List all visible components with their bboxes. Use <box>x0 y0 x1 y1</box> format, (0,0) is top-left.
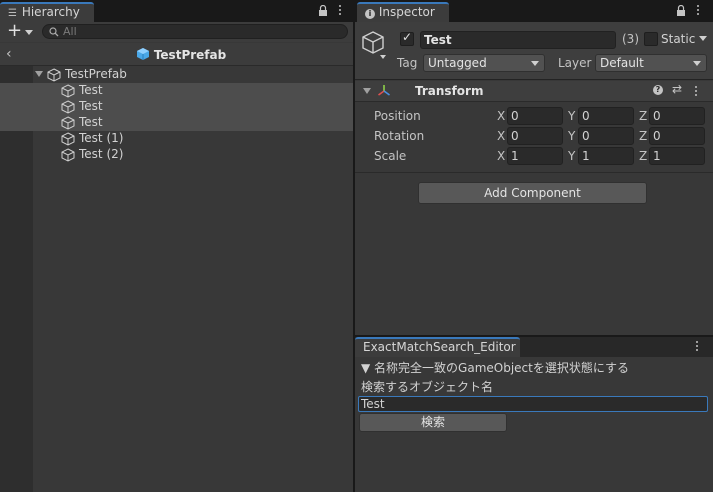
foldout-label[interactable]: ▼ 名称完全一致のGameObjectを選択状態にする <box>361 359 629 376</box>
hierarchy-root-row[interactable]: TestPrefab <box>0 67 353 83</box>
rotation-y-field[interactable]: 0 <box>578 127 634 145</box>
transform-menu-icon[interactable] <box>694 86 698 98</box>
foldout-arrow-icon[interactable] <box>363 88 371 94</box>
axis-x-label[interactable]: X <box>497 129 505 143</box>
lock-icon[interactable] <box>676 4 686 16</box>
component-divider <box>355 172 713 173</box>
axis-y-label[interactable]: Y <box>568 129 575 143</box>
lock-icon[interactable] <box>318 4 328 16</box>
info-icon: i <box>365 9 375 19</box>
axis-x-label[interactable]: X <box>497 109 505 123</box>
hierarchy-item[interactable]: Test <box>0 99 353 115</box>
rotation-z-field[interactable]: 0 <box>649 127 705 145</box>
hierarchy-item[interactable]: Test <box>0 83 353 99</box>
prefab-cube-icon <box>136 47 150 64</box>
preset-icon[interactable]: ⇄ <box>672 82 682 96</box>
hierarchy-item-label: Test (1) <box>79 131 124 145</box>
tab-inspector-label: Inspector <box>378 5 435 19</box>
add-component-button[interactable]: Add Component <box>418 182 647 204</box>
hierarchy-panel: ☰ Hierarchy + All ‹ TestPrefab TestPrefa… <box>0 0 353 492</box>
tab-hierarchy[interactable]: ☰ Hierarchy <box>0 2 94 22</box>
scale-y-field[interactable]: 1 <box>578 147 634 165</box>
breadcrumb: TestPrefab <box>136 47 226 64</box>
gameobject-large-icon[interactable] <box>361 30 387 63</box>
tab-hierarchy-label: Hierarchy <box>21 5 80 19</box>
chevron-down-icon <box>25 30 33 35</box>
plus-icon: + <box>7 20 23 41</box>
static-dropdown[interactable]: Static <box>661 32 708 46</box>
chevron-down-icon <box>531 61 539 66</box>
layer-value: Default <box>600 56 644 70</box>
static-checkbox[interactable] <box>644 32 658 46</box>
axis-y-label[interactable]: Y <box>568 149 575 163</box>
axis-x-label[interactable]: X <box>497 149 505 163</box>
object-name-field[interactable]: Test <box>420 31 616 49</box>
layer-label: Layer <box>558 56 592 70</box>
tag-dropdown[interactable]: Untagged <box>423 54 545 72</box>
tab-exact-match-search-label: ExactMatchSearch_Editor <box>363 340 516 354</box>
axis-z-label[interactable]: Z <box>639 129 647 143</box>
rotation-x-field[interactable]: 0 <box>507 127 563 145</box>
layer-dropdown[interactable]: Default <box>595 54 707 72</box>
tag-label: Tag <box>397 56 418 70</box>
rotation-label: Rotation <box>374 129 425 143</box>
editor-window-menu-icon[interactable] <box>695 341 699 353</box>
editor-window: ExactMatchSearch_Editor ▼ 名称完全一致のGameObj… <box>355 337 713 492</box>
scale-label: Scale <box>374 149 407 163</box>
hierarchy-item-label: Test (2) <box>79 147 124 161</box>
hierarchy-item-label: Test <box>79 83 103 97</box>
axis-z-label[interactable]: Z <box>639 149 647 163</box>
inspector-menu-icon[interactable] <box>696 5 700 17</box>
hierarchy-item[interactable]: Test <box>0 115 353 131</box>
hierarchy-item[interactable]: Test (2) <box>0 147 353 163</box>
search-name-label: 検索するオブジェクト名 <box>361 380 494 394</box>
hierarchy-search-field[interactable]: All <box>42 24 348 39</box>
gameobject-icon <box>61 148 75 165</box>
breadcrumb-title[interactable]: TestPrefab <box>154 48 226 62</box>
transform-icon <box>377 84 391 101</box>
search-button[interactable]: 検索 <box>359 413 507 432</box>
checkmark-icon: ✓ <box>402 30 413 44</box>
list-icon: ☰ <box>8 8 17 19</box>
scale-z-field[interactable]: 1 <box>649 147 705 165</box>
selection-count: (3) <box>622 32 639 46</box>
help-icon[interactable]: ? <box>653 85 663 95</box>
search-icon <box>49 26 59 40</box>
tab-exact-match-search[interactable]: ExactMatchSearch_Editor <box>355 337 520 357</box>
transform-title: Transform <box>415 84 484 98</box>
search-name-input[interactable]: Test <box>358 396 708 412</box>
inspector-panel: i Inspector ✓ Test (3) Static Tag Untagg… <box>355 0 713 335</box>
axis-z-label[interactable]: Z <box>639 109 647 123</box>
chevron-down-icon <box>693 61 701 66</box>
hierarchy-item[interactable]: Test (1) <box>0 131 353 147</box>
hierarchy-search-placeholder: All <box>63 25 77 38</box>
static-label: Static <box>661 32 696 46</box>
tab-inspector[interactable]: i Inspector <box>357 2 449 22</box>
hierarchy-root-label: TestPrefab <box>65 67 127 81</box>
position-y-field[interactable]: 0 <box>578 107 634 125</box>
tag-value: Untagged <box>428 56 487 70</box>
hierarchy-menu-icon[interactable] <box>338 5 342 17</box>
position-label: Position <box>374 109 421 123</box>
axis-y-label[interactable]: Y <box>568 109 575 123</box>
position-z-field[interactable]: 0 <box>649 107 705 125</box>
hierarchy-item-label: Test <box>79 115 103 129</box>
back-arrow-icon[interactable]: ‹ <box>6 46 12 62</box>
hierarchy-item-label: Test <box>79 99 103 113</box>
foldout-arrow-icon <box>35 71 43 77</box>
chevron-down-icon <box>699 36 708 41</box>
create-dropdown[interactable]: + <box>6 20 34 41</box>
position-x-field[interactable]: 0 <box>507 107 563 125</box>
active-checkbox[interactable]: ✓ <box>400 30 414 46</box>
scale-x-field[interactable]: 1 <box>507 147 563 165</box>
